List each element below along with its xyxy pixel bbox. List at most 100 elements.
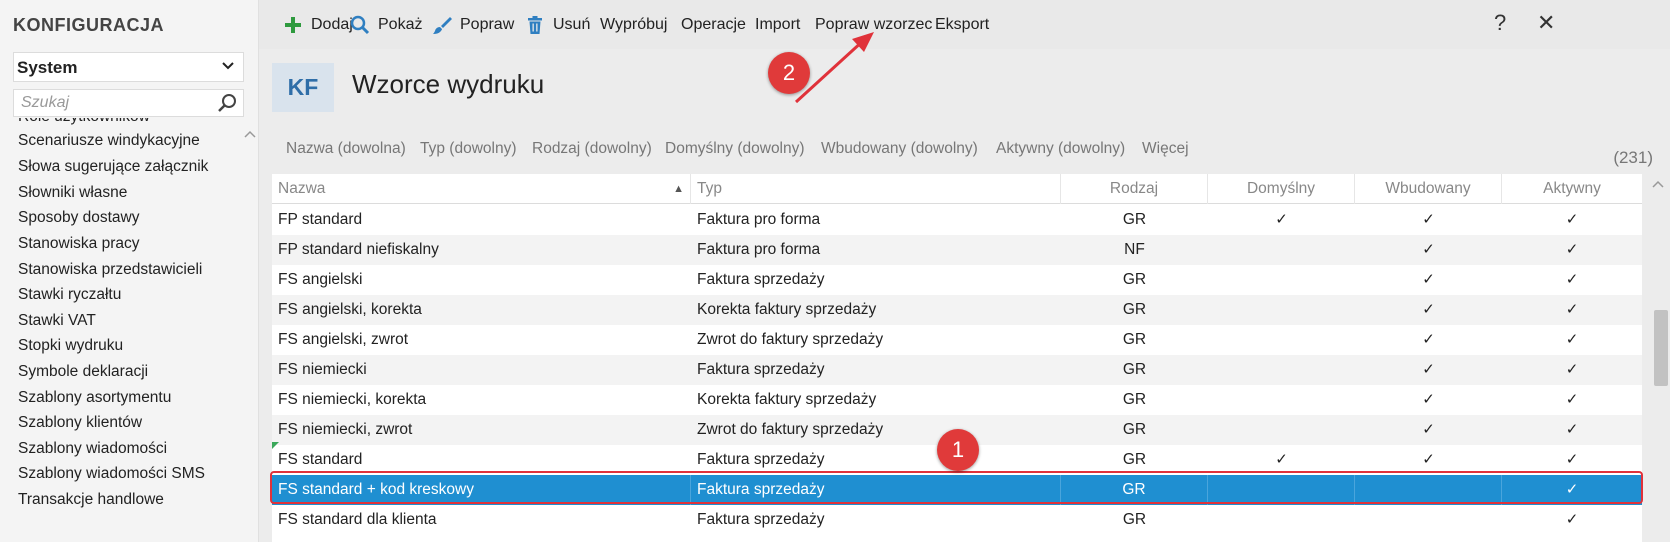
column-header-label: Nazwa [278, 180, 326, 197]
vertical-scrollbar[interactable] [1643, 174, 1670, 542]
sidebar-item[interactable]: Stopki wydruku [18, 337, 123, 355]
cell-aktywny: ✓ [1502, 325, 1642, 355]
sidebar-item[interactable]: Stawki ryczałtu [18, 286, 121, 304]
column-header-aktywny[interactable]: Aktywny [1502, 174, 1642, 204]
filter-more[interactable]: Więcej [1142, 140, 1189, 158]
close-icon[interactable]: ✕ [1537, 10, 1555, 36]
sidebar-item[interactable]: Słowniki własne [18, 184, 127, 202]
sidebar-title: KONFIGURACJA [13, 15, 165, 35]
cell-rodzaj: GR [1122, 361, 1147, 378]
filter-typ[interactable]: Typ (dowolny) [420, 140, 516, 158]
sidebar-item[interactable]: Słowa sugerujące załącznik [18, 158, 208, 176]
chevron-down-icon [221, 58, 235, 75]
sidebar-item[interactable]: Role użytkowników [18, 118, 150, 126]
sidebar-item[interactable]: Szablony wiadomości [18, 440, 167, 458]
cell-wbudowany: ✓ [1355, 295, 1502, 325]
checkmark-icon: ✓ [1275, 211, 1288, 228]
try-button[interactable]: Wypróbuj [600, 13, 667, 37]
checkmark-icon: ✓ [1565, 301, 1579, 318]
cell-wbudowany: ✓ [1355, 265, 1502, 295]
table-row[interactable]: FS niemiecki, korekta Korekta faktury spr… [272, 385, 1642, 415]
cell-wbudowany: ✓ [1355, 205, 1502, 235]
cell-rodzaj: GR [1122, 211, 1147, 228]
delete-button-label: Usuń [553, 16, 591, 33]
module-select[interactable]: System [13, 52, 244, 82]
filter-rodzaj[interactable]: Rodzaj (dowolny) [532, 140, 652, 158]
sidebar-item[interactable]: Stanowiska przedstawicieli [18, 261, 202, 279]
search-icon[interactable] [217, 92, 239, 114]
scrollbar-thumb[interactable] [1654, 310, 1668, 386]
data-grid: Nazwa ▲ Typ Rodzaj Domyślny Wbudowany Ak… [272, 174, 1642, 542]
sidebar-item[interactable]: Stawki VAT [18, 312, 96, 330]
cell-typ: Faktura sprzedaży [691, 475, 1061, 505]
table-row[interactable]: FS angielski Faktura sprzedaży GR ✓ ✓ [272, 265, 1642, 295]
filter-aktywny[interactable]: Aktywny (dowolny) [996, 140, 1125, 158]
table-row[interactable]: FS angielski, korekta Korekta faktury spr… [272, 295, 1642, 325]
toolbar: Dodaj Pokaż Popraw Usuń Wypróbuj Operacj… [259, 0, 1670, 49]
cell-wbudowany: ✓ [1355, 355, 1502, 385]
cell-domyslny: ✓ [1208, 205, 1355, 235]
checkmark-icon: ✓ [1565, 361, 1579, 378]
sidebar-item[interactable]: Szablony asortymentu [18, 389, 171, 407]
sidebar-item[interactable]: Stanowiska pracy [18, 235, 139, 253]
checkmark-icon: ✓ [1565, 511, 1579, 528]
scroll-up-icon[interactable] [1652, 178, 1664, 192]
table-row-selected[interactable]: FS standard + kod kreskowy Faktura sprzed… [272, 475, 1642, 505]
edit-button[interactable]: Popraw [432, 13, 514, 37]
search-input[interactable] [14, 90, 204, 116]
table-row[interactable]: FS angielski, zwrot Zwrot do faktury sprz… [272, 325, 1642, 355]
cell-domyslny: ✓ [1208, 445, 1355, 475]
checkmark-icon: ✓ [1422, 301, 1435, 318]
add-button[interactable]: Dodaj [283, 13, 353, 37]
scroll-up-icon[interactable] [244, 128, 256, 142]
cell-nazwa: FS niemiecki [278, 361, 367, 378]
show-button[interactable]: Pokaż [350, 13, 422, 37]
cell-aktywny: ✓ [1502, 475, 1642, 505]
column-header-rodzaj[interactable]: Rodzaj [1061, 174, 1208, 204]
filter-domyslny[interactable]: Domyślny (dowolny) [665, 140, 805, 158]
sidebar-item[interactable]: Scenariusze windykacyjne [18, 132, 200, 150]
sidebar-item[interactable]: Transakcje handlowe [18, 491, 164, 509]
checkmark-icon: ✓ [1422, 241, 1435, 258]
column-header-nazwa[interactable]: Nazwa ▲ [272, 174, 691, 204]
table-row[interactable]: FS standard dla klienta Faktura sprzedaży… [272, 505, 1642, 535]
checkmark-icon: ✓ [1422, 271, 1435, 288]
cell-nazwa: FS standard [278, 451, 363, 468]
cell-domyslny [1208, 505, 1355, 535]
cell-nazwa: FS niemiecki, zwrot [278, 421, 413, 438]
column-header-domyslny[interactable]: Domyślny [1208, 174, 1355, 204]
checkmark-icon: ✓ [1422, 421, 1435, 438]
cell-wbudowany: ✓ [1355, 415, 1502, 445]
cell-rodzaj: GR [1122, 301, 1147, 318]
record-count: (231) [1613, 148, 1653, 167]
cell-typ: Faktura sprzedaży [697, 511, 825, 528]
column-header-wbudowany[interactable]: Wbudowany [1355, 174, 1502, 204]
cell-domyslny [1208, 415, 1355, 445]
column-header-typ[interactable]: Typ [691, 174, 1061, 204]
plus-icon [283, 15, 303, 35]
filter-wbudowany[interactable]: Wbudowany (dowolny) [821, 140, 978, 158]
cell-typ: Zwrot do faktury sprzedaży [697, 331, 884, 348]
table-row[interactable]: FS niemiecki Faktura sprzedaży GR ✓ ✓ [272, 355, 1642, 385]
sidebar-item[interactable]: Symbole deklaracji [18, 363, 148, 381]
sidebar-item[interactable]: Szablony klientów [18, 414, 142, 432]
module-select-value: System [17, 58, 78, 77]
sidebar-item[interactable]: Sposoby dostawy [18, 209, 140, 227]
table-row[interactable]: FP standard Faktura pro forma GR ✓ ✓ ✓ [272, 205, 1642, 235]
table-row[interactable]: FP standard niefiskalny Faktura pro forma… [272, 235, 1642, 265]
sidebar-item[interactable]: Szablony wiadomości SMS [18, 465, 205, 483]
help-icon[interactable]: ? [1494, 10, 1506, 36]
cell-wbudowany [1355, 475, 1502, 505]
checkmark-icon: ✓ [1422, 211, 1435, 228]
export-button[interactable]: Eksport [935, 13, 989, 37]
checkmark-icon: ✓ [1565, 421, 1579, 438]
sidebar-search [13, 89, 244, 117]
cell-typ: Faktura pro forma [697, 211, 821, 228]
delete-button[interactable]: Usuń [525, 13, 590, 37]
cell-aktywny: ✓ [1502, 505, 1642, 535]
cell-wbudowany: ✓ [1355, 235, 1502, 265]
sidebar: KONFIGURACJA System Role użytkowników Sc… [0, 0, 259, 542]
filter-nazwa[interactable]: Nazwa (dowolna) [286, 140, 406, 158]
operations-button[interactable]: Operacje [681, 13, 746, 37]
cell-nazwa: FS angielski, korekta [278, 301, 422, 318]
